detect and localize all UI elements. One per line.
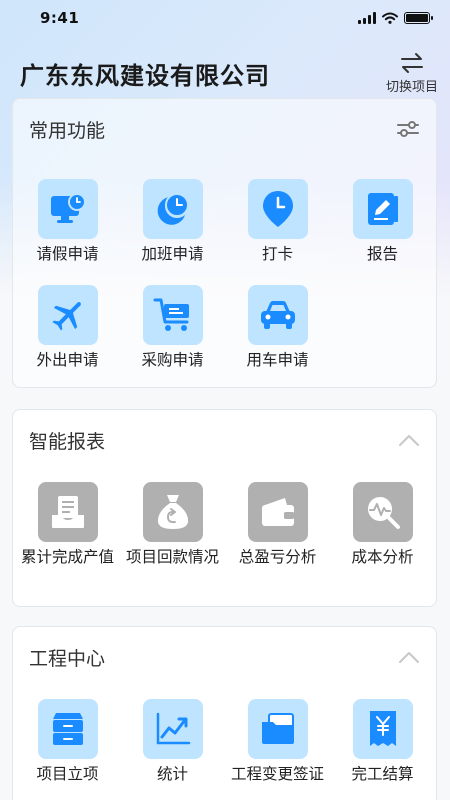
purchase-request-item[interactable]: 采购申请	[120, 285, 225, 391]
wifi-icon	[382, 12, 398, 24]
outing-request-label: 外出申请	[36, 351, 99, 369]
project-setup-icon-box	[37, 699, 98, 759]
monitor-clock-icon	[50, 193, 86, 223]
cabinet-icon	[52, 713, 83, 745]
cost-analysis-label: 成本分析	[351, 548, 414, 566]
change-visa-label: 工程变更签证	[230, 765, 324, 783]
switch-project-button[interactable]: 切换项目	[386, 52, 438, 95]
profit-loss-icon-box	[247, 482, 308, 542]
project-setup-label: 项目立项	[36, 765, 99, 783]
engineering-center-card: 工程中心 项目立项 统计 工程变更签证 完工结算	[12, 626, 437, 800]
airplane-icon	[51, 302, 81, 331]
signal-icon	[358, 12, 376, 24]
clock-pin-icon	[262, 191, 293, 227]
engineering-center-grid: 项目立项 统计 工程变更签证 完工结算	[13, 699, 436, 800]
status-time: 9:41	[40, 9, 80, 27]
shopping-cart-icon	[153, 298, 189, 331]
folder-icon	[261, 713, 294, 744]
vehicle-request-icon-box	[247, 285, 308, 345]
yen-receipt-icon	[369, 711, 396, 746]
overtime-request-icon-box	[142, 179, 203, 239]
money-bag-icon	[157, 495, 188, 529]
cumulative-output-item[interactable]: 累计完成产值	[15, 482, 120, 588]
engineering-center-header: 工程中心	[13, 627, 436, 687]
overtime-request-label: 加班申请	[141, 245, 204, 263]
line-chart-icon	[156, 712, 190, 745]
status-icons	[358, 12, 433, 24]
purchase-request-icon-box	[142, 285, 203, 345]
engineering-center-title: 工程中心	[29, 647, 106, 670]
leave-request-icon-box	[37, 179, 98, 239]
battery-icon	[404, 12, 433, 24]
clock-in-item[interactable]: 打卡	[225, 179, 330, 285]
statistics-label: 统计	[156, 765, 188, 783]
status-bar: 9:41	[0, 0, 450, 36]
clock-in-label: 打卡	[261, 245, 293, 263]
profit-loss-item[interactable]: 总盈亏分析	[225, 482, 330, 588]
cumulative-output-icon-box	[37, 482, 98, 542]
smart-reports-title: 智能报表	[29, 430, 106, 453]
outing-request-item[interactable]: 外出申请	[15, 285, 120, 391]
cost-analysis-item[interactable]: 成本分析	[330, 482, 435, 588]
change-visa-icon-box	[247, 699, 308, 759]
statistics-item[interactable]: 统计	[120, 699, 225, 800]
document-tray-icon	[51, 496, 84, 528]
leave-request-label: 请假申请	[36, 245, 99, 263]
report-icon-box	[352, 179, 413, 239]
report-label: 报告	[366, 245, 398, 263]
change-visa-item[interactable]: 工程变更签证	[225, 699, 330, 800]
vehicle-request-item[interactable]: 用车申请	[225, 285, 330, 391]
company-name: 广东东风建设有限公司	[20, 61, 270, 90]
outing-request-icon-box	[37, 285, 98, 345]
settings-sliders-icon[interactable]	[396, 119, 420, 139]
switch-arrows-icon	[400, 52, 423, 73]
smart-reports-grid: 累计完成产值 项目回款情况 总盈亏分析 成本分析	[13, 482, 436, 588]
switch-project-label: 切换项目	[385, 79, 438, 95]
magnifier-chart-icon	[367, 497, 400, 529]
car-icon	[260, 301, 295, 329]
cost-analysis-icon-box	[352, 482, 413, 542]
report-book-icon	[367, 193, 398, 225]
completion-settlement-item[interactable]: 完工结算	[330, 699, 435, 800]
app-header: 广东东风建设有限公司 切换项目	[0, 48, 450, 98]
purchase-request-label: 采购申请	[141, 351, 204, 369]
common-functions-grid: 请假申请 加班申请 打卡 报告 外出申请 采购申请 用车申请	[13, 179, 436, 391]
common-functions-card: 常用功能 请假申请 加班申请 打卡 报告 外出申请 采购申请 用车申请	[12, 98, 437, 388]
smart-reports-card: 智能报表 累计完成产值 项目回款情况 总盈亏分析 成本分析	[12, 409, 437, 607]
cumulative-output-label: 累计完成产值	[20, 548, 114, 566]
common-functions-header: 常用功能	[13, 99, 436, 159]
moon-clock-icon	[157, 193, 189, 225]
vehicle-request-label: 用车申请	[246, 351, 309, 369]
leave-request-item[interactable]: 请假申请	[15, 179, 120, 285]
chevron-up-icon[interactable]	[398, 650, 420, 664]
statistics-icon-box	[142, 699, 203, 759]
project-payment-icon-box	[142, 482, 203, 542]
overtime-request-item[interactable]: 加班申请	[120, 179, 225, 285]
common-functions-title: 常用功能	[29, 119, 106, 142]
project-payment-label: 项目回款情况	[125, 548, 219, 566]
wallet-icon	[261, 498, 294, 526]
clock-in-icon-box	[247, 179, 308, 239]
report-item[interactable]: 报告	[330, 179, 435, 285]
project-setup-item[interactable]: 项目立项	[15, 699, 120, 800]
chevron-up-icon[interactable]	[398, 433, 420, 447]
project-payment-item[interactable]: 项目回款情况	[120, 482, 225, 588]
smart-reports-header: 智能报表	[13, 410, 436, 470]
completion-settlement-label: 完工结算	[351, 765, 414, 783]
profit-loss-label: 总盈亏分析	[238, 548, 317, 566]
completion-settlement-icon-box	[352, 699, 413, 759]
